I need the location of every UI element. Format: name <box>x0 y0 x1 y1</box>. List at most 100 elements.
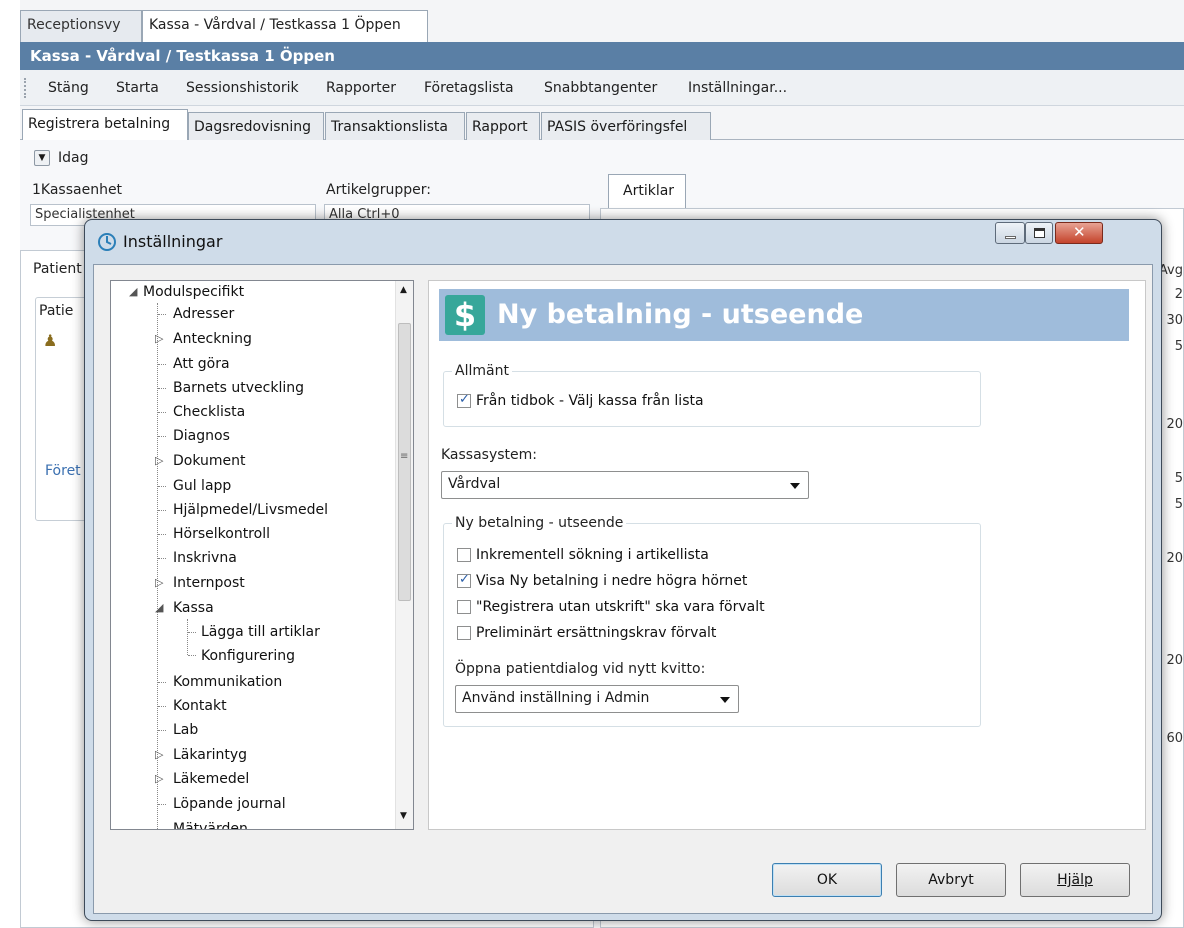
tree-node-kassa[interactable]: Kassa <box>173 599 214 617</box>
expanded-arrow-icon[interactable]: ◢ <box>129 283 137 301</box>
checkbox-registrera-utan-utskrift[interactable]: "Registrera utan utskrift" ska vara förv… <box>457 599 857 617</box>
scroll-down-icon[interactable]: ▼ <box>400 811 407 821</box>
tab-transaktionslista[interactable]: Transaktionslista <box>325 112 465 141</box>
settings-pane: $ Ny betalning - utseende Allmänt Från t… <box>428 280 1146 830</box>
menu-snabbtangenter[interactable]: Snabbtangenter <box>544 80 657 96</box>
tree-line <box>188 632 196 633</box>
tree-line <box>158 682 166 683</box>
collapsed-arrow-icon[interactable]: ▷ <box>155 746 163 764</box>
tab-artiklar[interactable]: Artiklar <box>608 174 686 208</box>
tab-rapport[interactable]: Rapport <box>466 112 540 141</box>
edge-value: 30 <box>1166 313 1183 328</box>
group-allmant-legend: Allmänt <box>455 363 509 379</box>
tree-node-konfigurering[interactable]: Konfigurering <box>201 647 295 665</box>
tab-receptionsvy[interactable]: Receptionsvy <box>20 10 142 42</box>
kassasystem-select[interactable]: Vårdval <box>441 471 809 499</box>
ok-button[interactable]: OK <box>772 863 882 897</box>
collapsed-arrow-icon[interactable]: ▷ <box>155 770 163 788</box>
toolbar-grip <box>24 78 27 98</box>
foretag-link[interactable]: Föret <box>45 463 81 479</box>
menu-foretagslista[interactable]: Företagslista <box>424 80 514 96</box>
tree-line <box>158 364 166 365</box>
scroll-up-icon[interactable]: ▲ <box>400 285 407 295</box>
expanded-arrow-icon[interactable]: ◢ <box>155 599 163 617</box>
column-header-avg: Avg <box>1158 263 1183 278</box>
checkbox-preliminart[interactable]: Preliminärt ersättningskrav förvalt <box>457 625 857 643</box>
tab-dagsredovisning[interactable]: Dagsredovisning <box>188 112 324 141</box>
tree-line <box>158 558 166 559</box>
menu-installningar[interactable]: Inställningar... <box>688 80 787 96</box>
tab-kassa[interactable]: Kassa - Vårdval / Testkassa 1 Öppen <box>142 10 428 42</box>
tree-node-diagnos[interactable]: Diagnos <box>173 427 230 445</box>
tree-scrollbar[interactable]: ▲ ≡ ▼ <box>395 281 413 829</box>
dialog-titlebar[interactable]: Inställningar ✕ <box>85 220 1161 264</box>
checkbox-visa-ny-betalning[interactable]: Visa Ny betalning i nedre högra hörnet <box>457 572 857 591</box>
kassaenhet-label: 1Kassaenhet <box>32 182 123 198</box>
checkbox-box[interactable] <box>457 600 471 614</box>
minimize-button[interactable] <box>995 222 1025 244</box>
tree-node-lopande-journal[interactable]: Löpande journal <box>173 795 286 813</box>
tree-node-checklista[interactable]: Checklista <box>173 403 245 421</box>
checkbox-box[interactable] <box>457 626 471 640</box>
collapsed-arrow-icon[interactable]: ▷ <box>155 452 163 470</box>
checkbox-fran-tidbok[interactable]: Från tidbok - Välj kassa från lista <box>457 392 857 411</box>
maximize-button[interactable] <box>1025 222 1053 244</box>
collapsed-arrow-icon[interactable]: ▷ <box>155 574 163 592</box>
tree-node-matvarden[interactable]: Mätvärden <box>173 820 248 829</box>
tree-node-kontakt[interactable]: Kontakt <box>173 697 227 715</box>
tab-pasis[interactable]: PASIS överföringsfel <box>541 112 711 141</box>
tree-node-barnets-utveckling[interactable]: Barnets utveckling <box>173 379 304 397</box>
help-button[interactable]: Hjälp <box>1020 863 1130 897</box>
tree-node-lagga-till-artiklar[interactable]: Lägga till artiklar <box>201 623 320 641</box>
tree-node-anteckning[interactable]: Anteckning <box>173 330 252 348</box>
tree-node-dokument[interactable]: Dokument <box>173 452 246 470</box>
idag-label: Idag <box>58 150 89 166</box>
tree-node-gul-lapp[interactable]: Gul lapp <box>173 477 231 495</box>
menu-starta[interactable]: Starta <box>116 80 159 96</box>
tree-line <box>158 412 166 413</box>
close-button[interactable]: ✕ <box>1055 222 1103 244</box>
tree-node-lakarintyg[interactable]: Läkarintyg <box>173 746 247 764</box>
idag-toggle-icon[interactable]: ▼ <box>34 150 50 166</box>
dialog-title: Inställningar <box>123 232 223 251</box>
tree-node-internpost[interactable]: Internpost <box>173 574 245 592</box>
checkbox-box[interactable] <box>457 548 471 562</box>
menu-sessionshistorik[interactable]: Sessionshistorik <box>186 80 299 96</box>
kassasystem-value: Vårdval <box>448 476 501 492</box>
tree-line <box>158 730 166 731</box>
tree-node-adresser[interactable]: Adresser <box>173 305 234 323</box>
checkbox-label: Visa Ny betalning i nedre högra hörnet <box>476 573 748 589</box>
tree-node-horselkontroll[interactable]: Hörselkontroll <box>173 525 270 543</box>
tree-node-hjalpmedel[interactable]: Hjälpmedel/Livsmedel <box>173 501 328 519</box>
edge-value: 5 <box>1174 339 1183 354</box>
cancel-button[interactable]: Avbryt <box>896 863 1006 897</box>
collapsed-arrow-icon[interactable]: ▷ <box>155 330 163 348</box>
menu-stang[interactable]: Stäng <box>48 80 89 96</box>
tree-node-lab[interactable]: Lab <box>173 721 198 739</box>
patientdialog-select[interactable]: Använd inställning i Admin <box>455 685 739 713</box>
patient-tab[interactable]: Patient <box>33 261 82 277</box>
edge-value: 20 <box>1166 653 1183 668</box>
tree-line <box>158 706 166 707</box>
grip-icon: ≡ <box>400 451 409 462</box>
tree-node-kommunikation[interactable]: Kommunikation <box>173 673 282 691</box>
tree-line <box>158 510 166 511</box>
settings-tree[interactable]: ◢ Modulspecifikt Adresser ▷ Anteckning A… <box>110 280 414 830</box>
checkbox-box[interactable] <box>457 572 471 588</box>
sub-tab-strip: Registrera betalning Dagsredovisning Tra… <box>20 106 1184 142</box>
top-tab-strip: Receptionsvy Kassa - Vårdval / Testkassa… <box>20 10 1184 42</box>
scroll-thumb[interactable]: ≡ <box>398 323 411 601</box>
menu-rapporter[interactable]: Rapporter <box>326 80 396 96</box>
tab-registrera-betalning[interactable]: Registrera betalning <box>22 109 188 142</box>
tree-node-lakemedel[interactable]: Läkemedel <box>173 770 249 788</box>
tree-node-att-gora[interactable]: Att göra <box>173 355 230 373</box>
window-controls: ✕ <box>995 222 1155 244</box>
checkbox-box[interactable] <box>457 392 471 408</box>
maximize-icon <box>1034 228 1045 238</box>
pane-header: $ Ny betalning - utseende <box>439 289 1129 341</box>
tree-line <box>158 804 166 805</box>
tree-node-inskrivna[interactable]: Inskrivna <box>173 549 237 567</box>
tree-node-modulspecifikt[interactable]: Modulspecifikt <box>143 283 244 301</box>
edge-value: 60 <box>1166 731 1183 746</box>
checkbox-inkrementell[interactable]: Inkrementell sökning i artikellista <box>457 547 857 565</box>
